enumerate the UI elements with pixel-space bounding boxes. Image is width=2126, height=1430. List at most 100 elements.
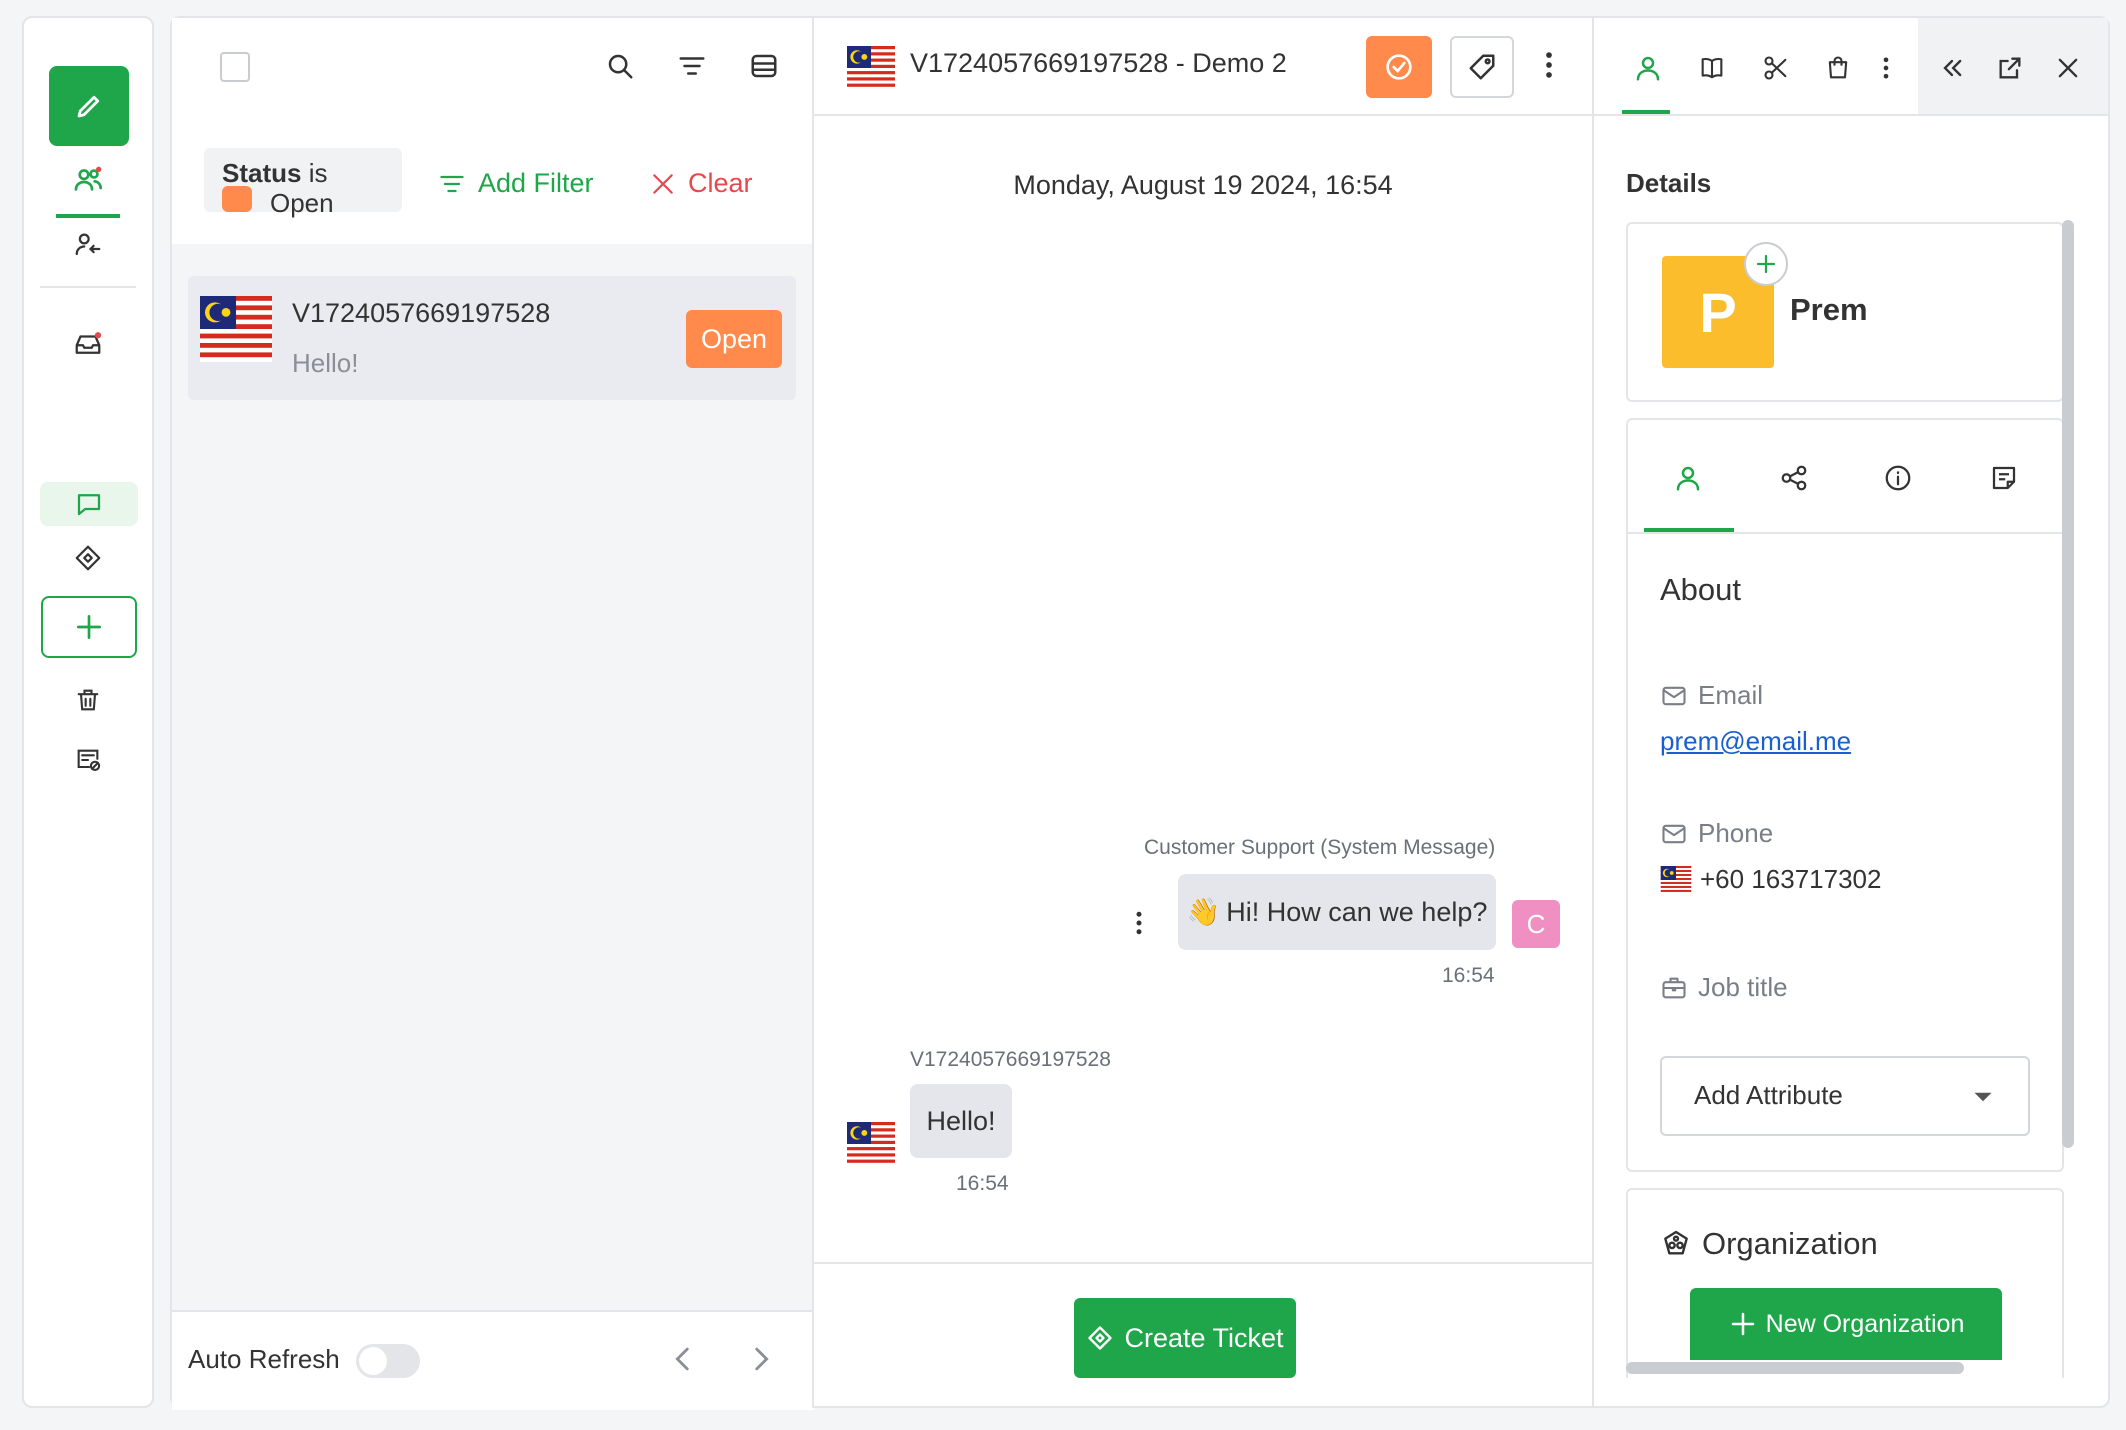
user-icon [1673, 463, 1703, 493]
clear-filter-button[interactable]: Clear [650, 168, 753, 199]
malaysia-flag-icon [846, 46, 896, 90]
select-all-checkbox[interactable] [220, 52, 250, 82]
add-filter-label: Add Filter [478, 168, 594, 198]
pencil-icon [74, 91, 104, 121]
email-label: Email [1660, 680, 1763, 711]
view-toggle-button[interactable] [746, 48, 782, 84]
active-tab-indicator [1644, 528, 1734, 532]
tab-snippets[interactable] [1756, 48, 1796, 88]
contact-name: Prem [1790, 292, 1868, 327]
label-button[interactable] [1450, 36, 1514, 98]
list-item[interactable]: V1724057669197528 Hello! Open [188, 276, 796, 400]
email-label-text: Email [1698, 680, 1764, 710]
search-button[interactable] [602, 48, 638, 84]
vertical-scrollbar[interactable] [2062, 220, 2074, 1148]
tag-icon [1467, 52, 1497, 82]
tab-orders[interactable] [1818, 48, 1858, 88]
trash-icon [74, 686, 102, 714]
waving-hand-emoji: 👋 [1186, 897, 1221, 927]
filter-lines-icon [677, 51, 707, 81]
status-filter-chip[interactable]: Status is Open [204, 148, 402, 218]
create-ticket-label: Create Ticket [1124, 1322, 1284, 1353]
chat-footer: Create Ticket [814, 1262, 1592, 1410]
organization-heading: Organization [1702, 1226, 1878, 1261]
nav-teams[interactable] [60, 158, 116, 202]
message-sender: V1724057669197528 [910, 1048, 1111, 1071]
status-badge: Open [686, 310, 782, 368]
more-options-button[interactable] [1532, 48, 1566, 82]
plus-icon [1728, 1309, 1758, 1339]
chevron-left-icon [666, 1342, 700, 1376]
list-toolbar [172, 18, 814, 116]
phone-label-text: Phone [1698, 818, 1774, 848]
nav-add-button[interactable] [41, 596, 137, 658]
close-panel-button[interactable] [2048, 48, 2088, 88]
user-icon [1633, 53, 1663, 83]
message-sender: Customer Support (System Message) [1144, 836, 1496, 859]
add-avatar-button[interactable] [1744, 242, 1788, 286]
organization-card: Organization New Organization [1626, 1188, 2064, 1378]
chevron-right-icon [744, 1342, 778, 1376]
nav-trash[interactable] [60, 678, 116, 722]
open-external-button[interactable] [1990, 48, 2030, 88]
kebab-icon [1532, 48, 1566, 82]
about-tabs [1628, 420, 2062, 534]
conversation-title: V1724057669197528 [292, 298, 551, 328]
message-time: 16:54 [1442, 964, 1495, 987]
details-heading: Details [1626, 168, 1712, 198]
sort-button[interactable] [674, 48, 710, 84]
plus-icon [73, 611, 105, 643]
details-tabs [1594, 18, 2108, 116]
tab-info[interactable] [1878, 458, 1918, 498]
resolve-button[interactable] [1366, 36, 1432, 98]
add-attribute-select[interactable]: Add Attribute [1660, 1056, 2030, 1136]
list-footer: Auto Refresh [172, 1310, 814, 1410]
filter-lines-icon [438, 170, 466, 198]
search-icon [605, 51, 635, 81]
tab-knowledge[interactable] [1692, 48, 1732, 88]
new-organization-button[interactable]: New Organization [1690, 1288, 2002, 1360]
prev-page-button[interactable] [666, 1342, 700, 1376]
tab-about[interactable] [1668, 458, 1708, 498]
email-link[interactable]: prem@email.me [1660, 726, 1851, 757]
tab-notes[interactable] [1984, 458, 2024, 498]
nav-inbox[interactable] [60, 322, 116, 366]
job-title-text: Job title [1698, 972, 1788, 1002]
tab-contact[interactable] [1628, 48, 1668, 88]
auto-refresh-toggle[interactable] [356, 1344, 420, 1378]
book-icon [1698, 54, 1726, 82]
collapse-panel-button[interactable] [1932, 48, 1972, 88]
nav-chats[interactable] [40, 482, 138, 526]
phone-value-row: +60 163717302 [1660, 864, 1881, 895]
contact-card: P Prem [1626, 222, 2064, 402]
nav-tickets[interactable] [60, 536, 116, 580]
chip-field: Status [222, 158, 302, 188]
note-icon [1989, 463, 2019, 493]
active-tab-indicator [1622, 110, 1670, 114]
users-icon [72, 164, 104, 196]
tabs-more-button[interactable] [1866, 48, 1906, 88]
clear-label: Clear [688, 168, 753, 198]
message-text: Hi! How can we help? [1226, 896, 1488, 927]
job-title-label: Job title [1660, 972, 1788, 1003]
add-filter-button[interactable]: Add Filter [438, 168, 594, 199]
compose-button[interactable] [49, 66, 129, 146]
nav-blocked[interactable] [60, 738, 116, 782]
about-card: About Email prem@email.me Phone +60 1637… [1626, 418, 2064, 1172]
scissors-icon [1762, 54, 1790, 82]
conversation-list: V1724057669197528 Hello! Open [172, 244, 814, 1328]
chip-operator: is [308, 158, 328, 188]
horizontal-scrollbar[interactable] [1626, 1362, 1964, 1374]
tab-connections[interactable] [1774, 458, 1814, 498]
chat-header: V1724057669197528 - Demo 2 [814, 18, 1592, 116]
info-icon [1883, 463, 1913, 493]
nav-assigned[interactable] [60, 222, 116, 266]
ticket-icon [73, 543, 103, 573]
next-page-button[interactable] [744, 1342, 778, 1376]
create-ticket-button[interactable]: Create Ticket [1074, 1298, 1296, 1378]
add-attribute-label: Add Attribute [1694, 1080, 1843, 1110]
conversation-preview: Hello! [292, 348, 359, 378]
details-panel: Details P Prem About Email prem@email.me… [1594, 16, 2110, 1408]
message-options-button[interactable] [1124, 908, 1154, 938]
status-color-dot [222, 186, 252, 212]
